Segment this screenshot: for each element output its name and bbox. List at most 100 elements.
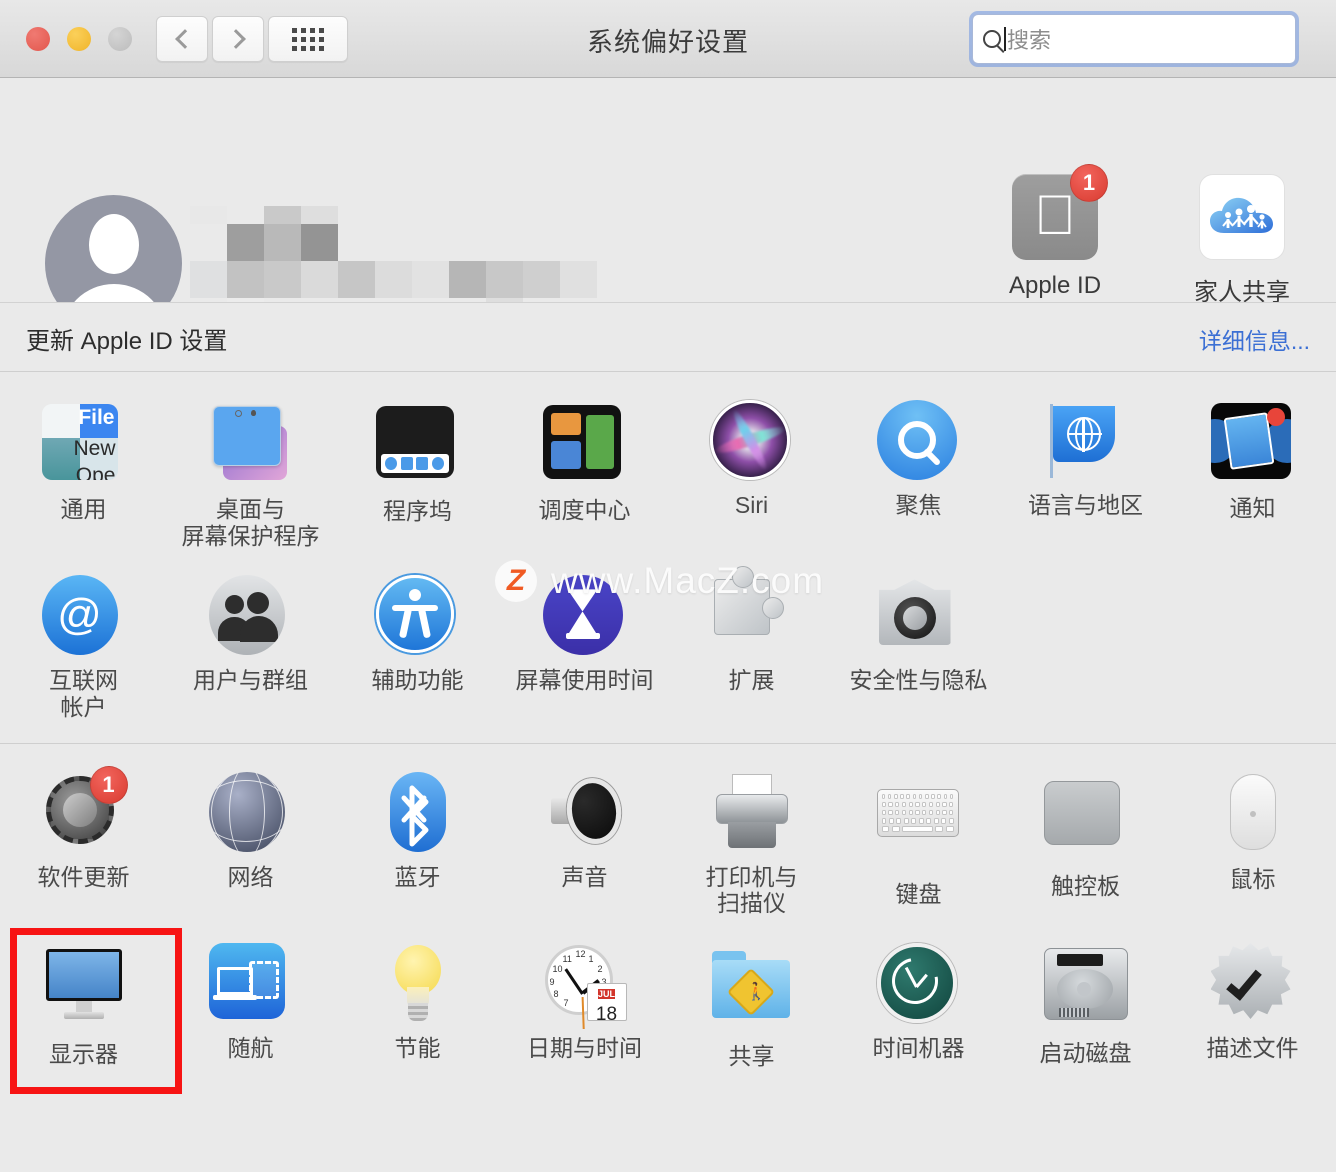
avatar-head [88, 214, 139, 274]
preferences-section-hardware: 1 软件更新 网络 蓝牙 声音 打印机与 扫描仪 键盘 触控板 鼠标 显示器 随… [0, 743, 1336, 1094]
pref-pane-sharing[interactable]: 🚶 共享 [668, 929, 835, 1082]
apple-id-tile[interactable]:  1 Apple ID [989, 164, 1121, 307]
pref-pane-sidecar[interactable]: 随航 [167, 929, 334, 1082]
pref-pane-screen-time[interactable]: 屏幕使用时间 [501, 561, 668, 732]
pref-pane-time-machine[interactable]: 时间机器 [835, 929, 1002, 1082]
pref-pane-accessibility[interactable]: 辅助功能 [334, 561, 501, 732]
mouse-icon [1211, 773, 1295, 858]
accessibility-icon [375, 575, 460, 659]
time-machine-icon [876, 943, 961, 1027]
family-sharing-icon [1199, 174, 1285, 260]
pref-pane-general[interactable]: File New Ope 通用 [0, 386, 167, 561]
pane-label: 共享 [728, 1043, 775, 1070]
family-sharing-tile[interactable]: 家人共享 [1176, 174, 1308, 307]
pane-grid: 1 软件更新 网络 蓝牙 声音 打印机与 扫描仪 键盘 触控板 鼠标 显示器 随… [0, 758, 1336, 1094]
security-privacy-icon [877, 575, 961, 659]
pref-pane-software-update[interactable]: 1 软件更新 [0, 758, 167, 929]
displays-icon [42, 949, 126, 1033]
pane-label: 通知 [1229, 495, 1276, 521]
software-update-badge: 1 [89, 765, 128, 804]
pref-pane-siri[interactable]: Siri [668, 386, 835, 561]
sound-icon [543, 772, 627, 856]
pref-pane-users-groups[interactable]: 用户与群组 [167, 561, 334, 732]
pane-label: 显示器 [49, 1041, 118, 1068]
trackpad-icon [1043, 780, 1128, 865]
pref-pane-keyboard[interactable]: 键盘 [835, 758, 1002, 929]
chevron-left-icon [174, 29, 195, 49]
details-link[interactable]: 详细信息... [1199, 322, 1310, 356]
pane-label: 程序坞 [383, 498, 452, 524]
sharing-icon: 🚶 [710, 951, 794, 1035]
redaction-row [190, 224, 597, 261]
pane-label: 节能 [394, 1035, 441, 1062]
account-tiles:  1 Apple ID [989, 164, 1308, 307]
software-update-icon: 1 [42, 765, 128, 856]
pref-pane-bluetooth[interactable]: 蓝牙 [334, 758, 501, 929]
text-cursor [1004, 27, 1006, 51]
pane-label: 调度中心 [538, 497, 631, 523]
chevron-right-icon [225, 29, 246, 49]
keyboard-icon [876, 788, 961, 873]
network-icon [208, 771, 293, 856]
pref-pane-security-privacy[interactable]: 安全性与隐私 [835, 561, 1002, 732]
zoom-button[interactable] [108, 27, 132, 51]
pref-pane-displays[interactable]: 显示器 [0, 928, 182, 1094]
printers-scanners-icon [710, 772, 794, 856]
pane-label: 描述文件 [1206, 1035, 1299, 1062]
pref-pane-mouse[interactable]: 鼠标 [1169, 758, 1336, 929]
pane-label: 键盘 [895, 880, 942, 907]
pref-pane-language-region[interactable]: 语言与地区 [1002, 386, 1169, 561]
redaction-row [190, 261, 597, 298]
pref-pane-spotlight[interactable]: 聚焦 [835, 386, 1002, 561]
notifications-icon [1210, 403, 1295, 487]
calendar-day: 18 [595, 1004, 618, 1022]
pref-pane-trackpad[interactable]: 触控板 [1002, 758, 1169, 929]
pref-pane-startup-disk[interactable]: 启动磁盘 [1002, 929, 1169, 1082]
forward-button[interactable] [212, 16, 264, 62]
pref-pane-date-time[interactable]: 12 11 10 9 8 7 1 2 3 JUL 18 日期与时间 [501, 929, 668, 1082]
bluetooth-icon [376, 771, 460, 856]
system-preferences-window: 系统偏好设置 搜索 1 Apple ID 家人共享 更新 Apple ID 设置… [0, 0, 1336, 1172]
pref-pane-internet-accounts[interactable]: @ 互联网 帐户 [0, 561, 167, 732]
pane-label: 辅助功能 [371, 667, 464, 694]
pref-pane-network[interactable]: 网络 [167, 758, 334, 929]
internet-accounts-icon: @ [41, 575, 126, 659]
pref-pane-desktop-screensaver[interactable]: 桌面与 屏幕保护程序 [167, 386, 334, 561]
pane-label: 语言与地区 [1028, 492, 1143, 518]
toolbar-nav-group [156, 16, 348, 62]
pref-pane-extensions[interactable]: 扩展 [668, 561, 835, 732]
pref-pane-mission-control[interactable]: 调度中心 [501, 386, 668, 561]
pref-pane-notifications[interactable]: 通知 [1169, 386, 1336, 561]
extensions-icon [710, 566, 794, 659]
preferences-section-personal: File New Ope 通用 桌面与 屏幕保护程序 程序坞 调度中心 Siri… [0, 372, 1336, 744]
grid-dots-icon [292, 27, 324, 51]
profiles-icon [1210, 943, 1295, 1027]
redaction-row [190, 206, 597, 224]
pane-label: 触控板 [1051, 872, 1120, 899]
pane-label: 桌面与 屏幕保护程序 [181, 496, 320, 549]
pane-label: 打印机与 扫描仪 [705, 863, 798, 917]
calendar-month: JUL [597, 989, 615, 1000]
sidecar-icon [208, 943, 293, 1027]
calendar-badge: JUL 18 [586, 983, 627, 1022]
siri-icon [709, 400, 794, 484]
pane-label: 通用 [60, 496, 107, 522]
show-all-button[interactable] [268, 16, 348, 62]
search-field[interactable]: 搜索 [972, 14, 1296, 64]
pref-pane-sound[interactable]: 声音 [501, 758, 668, 929]
pane-label: 用户与群组 [193, 667, 308, 694]
pref-pane-dock[interactable]: 程序坞 [334, 386, 501, 561]
screen-time-icon [542, 575, 627, 659]
pane-label: 安全性与隐私 [849, 667, 988, 694]
energy-saver-icon [376, 943, 460, 1027]
pref-pane-printers-scanners[interactable]: 打印机与 扫描仪 [668, 758, 835, 929]
desktop-screensaver-icon [209, 404, 293, 488]
pref-pane-profiles[interactable]: 描述文件 [1169, 929, 1336, 1082]
minimize-button[interactable] [67, 27, 91, 51]
pref-pane-energy-saver[interactable]: 节能 [334, 929, 501, 1082]
pane-label: 启动磁盘 [1039, 1040, 1132, 1067]
back-button[interactable] [156, 16, 208, 62]
pane-label: Siri [734, 492, 769, 518]
mission-control-icon [542, 405, 627, 489]
close-button[interactable] [26, 27, 50, 51]
